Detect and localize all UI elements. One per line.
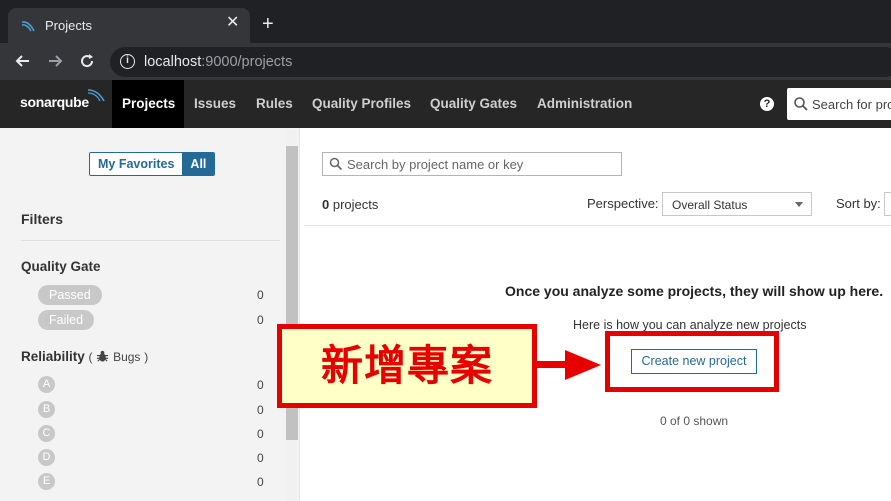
tab-close-icon[interactable]: ✕ (226, 15, 239, 31)
quality-gate-passed-option[interactable]: Passed (38, 285, 102, 305)
sonarqube-logo[interactable]: sonarqube (20, 94, 89, 110)
reliability-facet-title: Reliability ( Bugs ) (21, 349, 148, 364)
annotation-highlight-box (605, 331, 779, 392)
perspective-value: Overall Status (672, 198, 748, 212)
reliability-rating-a[interactable]: A (38, 376, 55, 393)
quality-gate-passed-count: 0 (257, 288, 264, 302)
browser-tab-strip: Projects ✕ + (0, 0, 891, 43)
reliability-paren-close: ) (144, 350, 149, 364)
all-projects-button[interactable]: All (182, 153, 215, 175)
project-search-input[interactable]: Search by project name or key (322, 152, 622, 176)
address-bar[interactable]: i localhost:9000/projects (110, 47, 891, 77)
annotation-arrow-head (565, 350, 601, 380)
sort-by-label: Sort by: (836, 196, 881, 211)
reliability-rating-a-count: 0 (257, 378, 264, 392)
nav-quality-profiles[interactable]: Quality Profiles (302, 80, 421, 128)
reliability-rating-c[interactable]: C (38, 425, 55, 442)
quality-gate-failed-option[interactable]: Failed (38, 310, 95, 330)
filters-divider (21, 240, 280, 241)
reliability-label: Reliability (21, 349, 85, 364)
sort-by-select[interactable] (884, 192, 891, 216)
annotation-callout-text: 新增專案 (320, 342, 493, 389)
reliability-paren-open: ( (88, 350, 93, 364)
sonarqube-nav-bar: sonarqube Projects Issues Rules Quality … (0, 80, 891, 128)
back-arrow-icon[interactable] (13, 51, 33, 71)
filters-heading: Filters (21, 211, 64, 227)
search-icon (329, 157, 343, 171)
annotation-callout: 新增專案 (277, 324, 537, 408)
my-favorites-button[interactable]: My Favorites (90, 153, 183, 175)
global-search-input[interactable]: Search for projects (787, 88, 891, 120)
empty-state-title: Once you analyze some projects, they wil… (505, 283, 884, 299)
nav-administration[interactable]: Administration (527, 80, 642, 128)
project-count: 0 projects (322, 197, 379, 212)
new-tab-icon[interactable]: + (262, 14, 274, 34)
tab-title: Projects (45, 18, 92, 33)
nav-issues[interactable]: Issues (184, 80, 246, 128)
nav-rules[interactable]: Rules (246, 80, 303, 128)
favorites-toggle: My Favorites All (89, 152, 216, 176)
perspective-select[interactable]: Overall Status (662, 192, 812, 216)
browser-toolbar: i localhost:9000/projects (0, 43, 891, 80)
shown-count: 0 of 0 shown (660, 414, 729, 428)
bug-icon (97, 350, 109, 362)
reliability-sub-label: Bugs (113, 350, 141, 364)
annotation-arrow-shaft (537, 361, 567, 368)
project-search-placeholder: Search by project name or key (347, 157, 524, 172)
sonarqube-favicon-icon (21, 21, 35, 32)
empty-state-subtitle: Here is how you can analyze new projects (573, 318, 807, 332)
reliability-rating-b[interactable]: B (38, 401, 55, 418)
quality-gate-facet-title: Quality Gate (21, 259, 101, 274)
global-search-placeholder: Search for projects (812, 97, 891, 112)
browser-tab[interactable]: Projects ✕ (8, 8, 250, 43)
sonarqube-logo-arc-icon (87, 89, 105, 102)
nav-quality-gates[interactable]: Quality Gates (420, 80, 527, 128)
help-icon[interactable]: ? (760, 97, 774, 111)
forward-arrow-icon[interactable] (45, 51, 65, 71)
search-icon (794, 97, 808, 111)
reliability-rating-c-count: 0 (257, 427, 264, 441)
reliability-rating-d[interactable]: D (38, 449, 55, 466)
reliability-rating-e-count: 0 (257, 475, 264, 489)
reload-icon[interactable] (77, 51, 97, 71)
reliability-rating-d-count: 0 (257, 451, 264, 465)
nav-projects[interactable]: Projects (112, 80, 184, 128)
quality-gate-failed-count: 0 (257, 313, 264, 327)
chevron-down-icon (795, 202, 803, 207)
url-text: localhost:9000/projects (144, 54, 293, 70)
reliability-rating-e[interactable]: E (38, 473, 55, 490)
site-info-icon[interactable]: i (120, 54, 135, 69)
main-divider (304, 225, 891, 226)
reliability-rating-b-count: 0 (257, 403, 264, 417)
perspective-label: Perspective: (587, 196, 659, 211)
